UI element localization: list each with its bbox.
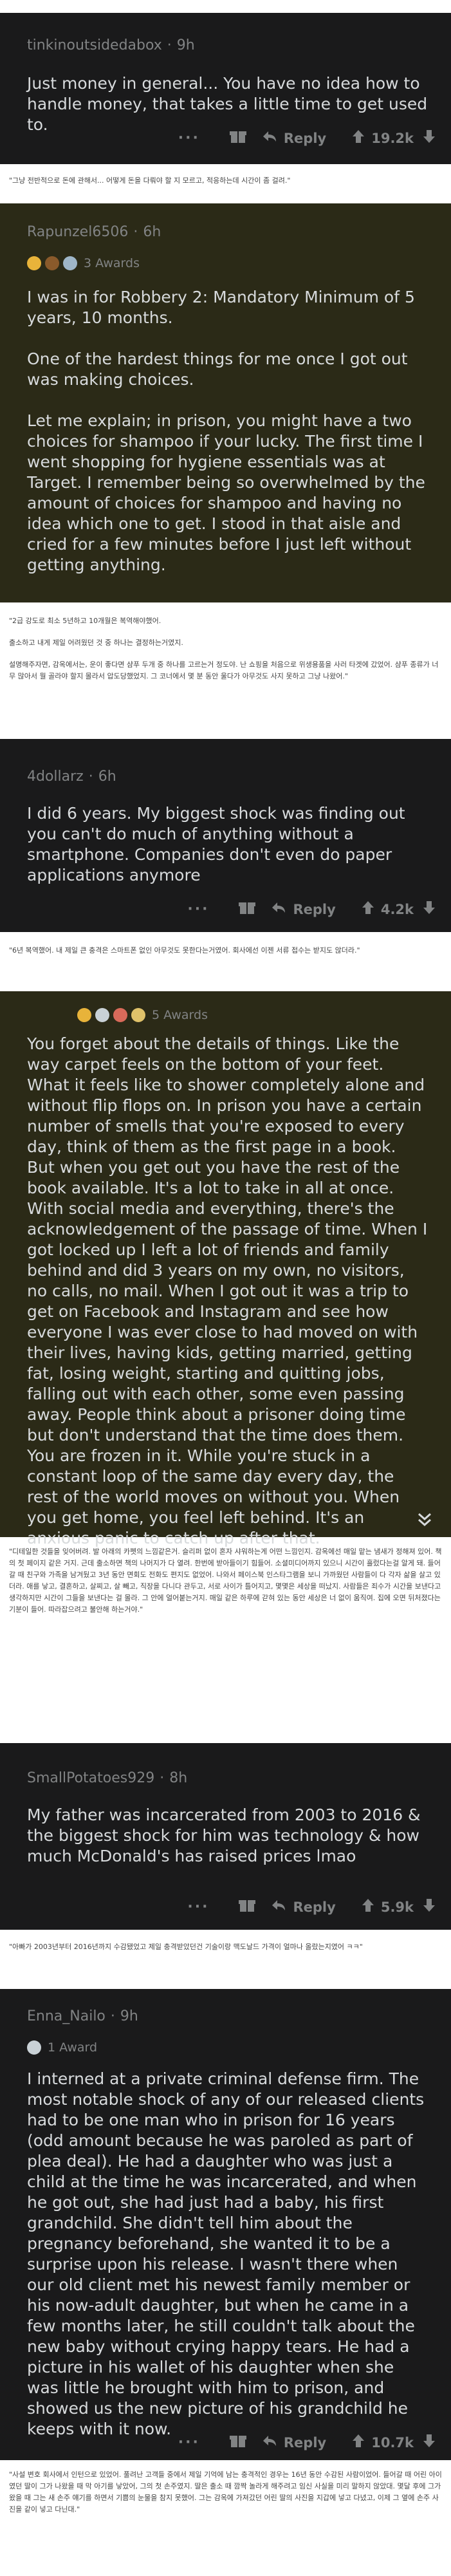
comment-body: I did 6 years. My biggest shock was find…	[27, 803, 428, 886]
awards-row: 1 Award	[27, 2040, 97, 2055]
awards-row: 5 Awards	[77, 1008, 208, 1022]
translation-caption: "디테일한 것들을 잊어버려. 발 아래의 카펫의 느낌같은거. 슬리퍼 없이 …	[9, 1547, 442, 1614]
reply-button[interactable]: Reply	[293, 902, 335, 917]
separator-dot: ·	[167, 37, 172, 53]
comment-card-5: SmallPotatoes929 · 8h My father was inca…	[0, 1743, 451, 1930]
comment-header: SmallPotatoes929 · 8h	[27, 1770, 187, 1786]
comment-header: Rapunzel6506 · 6h	[27, 224, 161, 240]
vote-count: 19.2k	[371, 130, 414, 146]
more-options-icon[interactable]: ···	[178, 2434, 200, 2450]
translation-caption: "아빠가 2003년부터 2016년까지 수감됐었고 제일 충격받았던건 기술이…	[9, 1943, 363, 1951]
comment-age: 6h	[143, 224, 161, 240]
helpful-award-icon	[131, 1008, 145, 1022]
awards-count: 5 Awards	[152, 1008, 208, 1022]
separator-dot: ·	[160, 1770, 165, 1786]
silver-award-icon	[27, 2040, 41, 2055]
comment-paragraph: My father was incarcerated from 2003 to …	[27, 1806, 421, 1865]
poop-award-icon	[45, 256, 59, 270]
award-icon[interactable]	[229, 2433, 246, 2452]
translation-caption: "2급 강도로 최소 5년하고 10개월은 복역해야했어.	[9, 617, 161, 625]
upvote-icon[interactable]	[352, 2434, 365, 2451]
vote-count: 10.7k	[371, 2434, 414, 2450]
award-icon[interactable]	[229, 129, 246, 147]
comment-paragraph: I interned at a private criminal defense…	[27, 2069, 425, 2438]
comment-card-1: tinkinoutsidedabox · 9h Just money in ge…	[0, 13, 451, 164]
comment-age: 8h	[169, 1770, 188, 1786]
username[interactable]: Rapunzel6506	[27, 224, 128, 240]
comment-card-3: 4dollarz · 6h I did 6 years. My biggest …	[0, 739, 451, 932]
comment-header: Enna_Nailo · 9h	[27, 2008, 138, 2024]
action-bar: ··· Reply 5.9k	[187, 1898, 436, 1916]
gold-award-icon	[27, 256, 41, 270]
upvote-icon[interactable]	[352, 129, 365, 147]
more-options-icon[interactable]: ···	[178, 130, 200, 146]
more-options-icon[interactable]: ···	[187, 901, 209, 917]
reply-icon[interactable]	[271, 901, 286, 917]
comment-body: I interned at a private criminal defense…	[27, 2069, 428, 2440]
separator-dot: ·	[88, 769, 93, 785]
comment-body: Just money in general... You have no ide…	[27, 73, 428, 135]
reply-icon[interactable]	[262, 2434, 277, 2450]
upvote-icon[interactable]	[362, 901, 374, 918]
comment-paragraph: Let me explain; in prison, you might hav…	[27, 411, 425, 574]
comment-header: 4dollarz · 6h	[27, 769, 116, 785]
comment-paragraph: You forget about the details of things. …	[27, 1034, 428, 1547]
action-bar: ··· Reply 10.7k	[178, 2433, 436, 2452]
translation-caption: "6년 복역했어. 내 제일 큰 충격은 스마트폰 없인 아무것도 못한다는거였…	[9, 946, 360, 955]
awards-count: 3 Awards	[84, 256, 140, 270]
translation-caption: "그냥 전반적으로 돈에 관해서... 어떻게 돈을 다뤄야 할 지 모르고, …	[9, 176, 291, 185]
downvote-icon[interactable]	[423, 129, 436, 147]
comment-body: My father was incarcerated from 2003 to …	[27, 1805, 428, 1867]
comment-paragraph: I was in for Robbery 2: Mandatory Minimu…	[27, 288, 415, 327]
translation-caption: 설명해주자면, 감옥에서는, 운이 좋다면 샴푸 두개 중 하나를 고르는거 정…	[9, 660, 439, 680]
username[interactable]: SmallPotatoes929	[27, 1770, 154, 1786]
reply-button[interactable]: Reply	[293, 1899, 335, 1915]
gold-award-icon	[77, 1008, 91, 1022]
award-icon[interactable]	[239, 1898, 256, 1916]
reply-icon[interactable]	[271, 1899, 286, 1915]
vote-count: 4.2k	[380, 901, 414, 917]
downvote-icon[interactable]	[423, 901, 436, 918]
comment-card-4: 5 Awards You forget about the details of…	[0, 991, 451, 1547]
comment-age: 9h	[120, 2008, 138, 2024]
reply-icon[interactable]	[262, 130, 277, 146]
comment-header: tinkinoutsidedabox · 9h	[27, 37, 195, 53]
separator-dot: ·	[133, 224, 138, 240]
downvote-icon[interactable]	[423, 1898, 436, 1916]
comment-paragraph: Just money in general... You have no ide…	[27, 74, 428, 134]
vote-count: 5.9k	[380, 1899, 414, 1915]
comment-age: 9h	[176, 37, 195, 53]
comment-paragraph: One of the hardest things for me once I …	[27, 350, 408, 389]
expand-chevron-icon[interactable]	[416, 1511, 433, 1533]
separator-dot: ·	[110, 2008, 115, 2024]
downvote-icon[interactable]	[423, 2434, 436, 2451]
award-icon[interactable]	[239, 900, 256, 919]
translation-caption: "사설 변호 회사에서 인턴으로 있었어. 풀려난 고객들 중에서 제일 기억에…	[9, 2470, 442, 2514]
awards-count: 1 Award	[48, 2040, 98, 2055]
heart-award-icon	[113, 1008, 127, 1022]
silver-award-icon	[63, 256, 77, 270]
comment-body: You forget about the details of things. …	[27, 1034, 428, 1549]
action-bar: ··· Reply 19.2k	[178, 129, 436, 147]
comment-paragraph: I did 6 years. My biggest shock was find…	[27, 804, 405, 884]
reply-button[interactable]: Reply	[284, 2435, 326, 2450]
comment-body: I was in for Robbery 2: Mandatory Minimu…	[27, 287, 428, 575]
translation-caption: 출소하고 내게 제일 어려웠던 것 중 하나는 결정하는거였지.	[9, 639, 183, 647]
wholesome-award-icon	[95, 1008, 109, 1022]
username[interactable]: 4dollarz	[27, 769, 84, 785]
upvote-icon[interactable]	[362, 1898, 374, 1916]
action-bar: ··· Reply 4.2k	[187, 900, 436, 919]
comment-card-2: Rapunzel6506 · 6h 3 Awards I was in for …	[0, 203, 451, 602]
more-options-icon[interactable]: ···	[187, 1899, 209, 1915]
reply-button[interactable]: Reply	[284, 131, 326, 146]
comment-age: 6h	[98, 769, 116, 785]
username[interactable]: Enna_Nailo	[27, 2008, 106, 2024]
awards-row: 3 Awards	[27, 256, 140, 270]
username[interactable]: tinkinoutsidedabox	[27, 37, 162, 53]
comment-card-6: Enna_Nailo · 9h 1 Award I interned at a …	[0, 1989, 451, 2460]
